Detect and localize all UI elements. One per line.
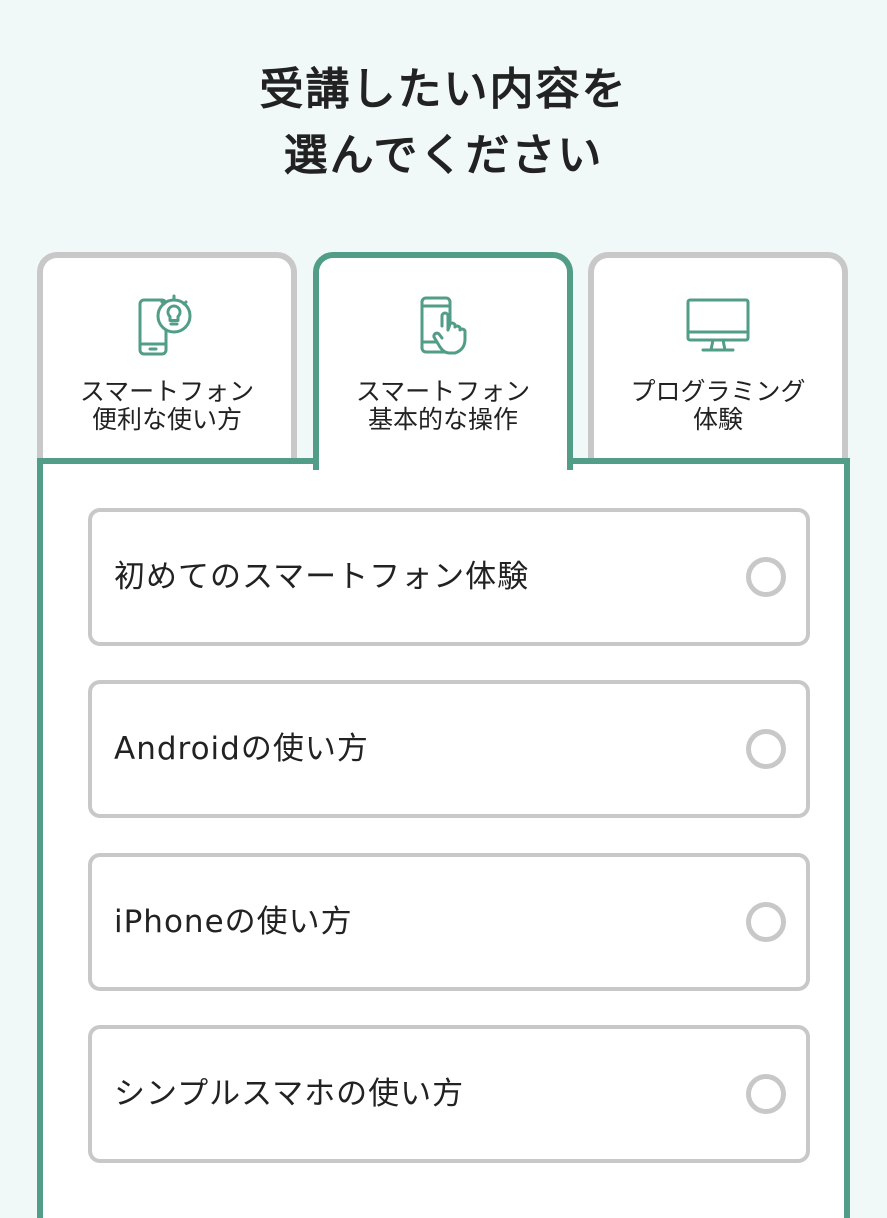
tab-smartphone-tips-label: スマートフォン 便利な使い方	[43, 378, 291, 434]
option-android[interactable]: Androidの使い方	[88, 680, 810, 818]
tab-smartphone-tips[interactable]: スマートフォン 便利な使い方	[37, 252, 297, 460]
radio-button[interactable]	[746, 902, 786, 942]
radio-button[interactable]	[746, 729, 786, 769]
smartphone-touch-icon	[420, 296, 467, 355]
tab-label-line-2: 体験	[692, 405, 743, 434]
tab-label-line-1: プログラミング	[630, 377, 806, 406]
smartphone-lightbulb-icon	[138, 294, 192, 356]
option-label: シンプルスマホの使い方	[114, 1076, 465, 1112]
radio-button[interactable]	[746, 557, 786, 597]
tab-programming-label: プログラミング 体験	[594, 378, 842, 434]
option-label: Androidの使い方	[114, 731, 369, 767]
option-label: iPhoneの使い方	[114, 904, 353, 940]
option-iphone[interactable]: iPhoneの使い方	[88, 853, 810, 991]
page-title-line-1: 受講したい内容を	[259, 64, 628, 116]
tab-label-line-1: スマートフォン	[79, 377, 255, 406]
option-first-smartphone[interactable]: 初めてのスマートフォン体験	[88, 508, 810, 646]
tab-label-line-1: スマートフォン	[355, 377, 531, 406]
page-title: 受講したい内容を 選んでください	[0, 57, 887, 189]
options-panel: 初めてのスマートフォン体験 Androidの使い方 iPhoneの使い方 シンプ…	[37, 458, 850, 1218]
page-title-line-2: 選んでください	[283, 130, 604, 182]
tab-smartphone-basics-label: スマートフォン 基本的な操作	[319, 378, 567, 434]
desktop-monitor-icon	[686, 298, 750, 352]
tab-programming[interactable]: プログラミング 体験	[588, 252, 848, 460]
radio-button[interactable]	[746, 1074, 786, 1114]
option-simple-smartphone[interactable]: シンプルスマホの使い方	[88, 1025, 810, 1163]
option-label: 初めてのスマートフォン体験	[114, 559, 530, 595]
tab-smartphone-basics[interactable]: スマートフォン 基本的な操作	[313, 252, 573, 470]
tab-label-line-2: 基本的な操作	[367, 405, 518, 434]
tab-label-line-2: 便利な使い方	[91, 405, 242, 434]
